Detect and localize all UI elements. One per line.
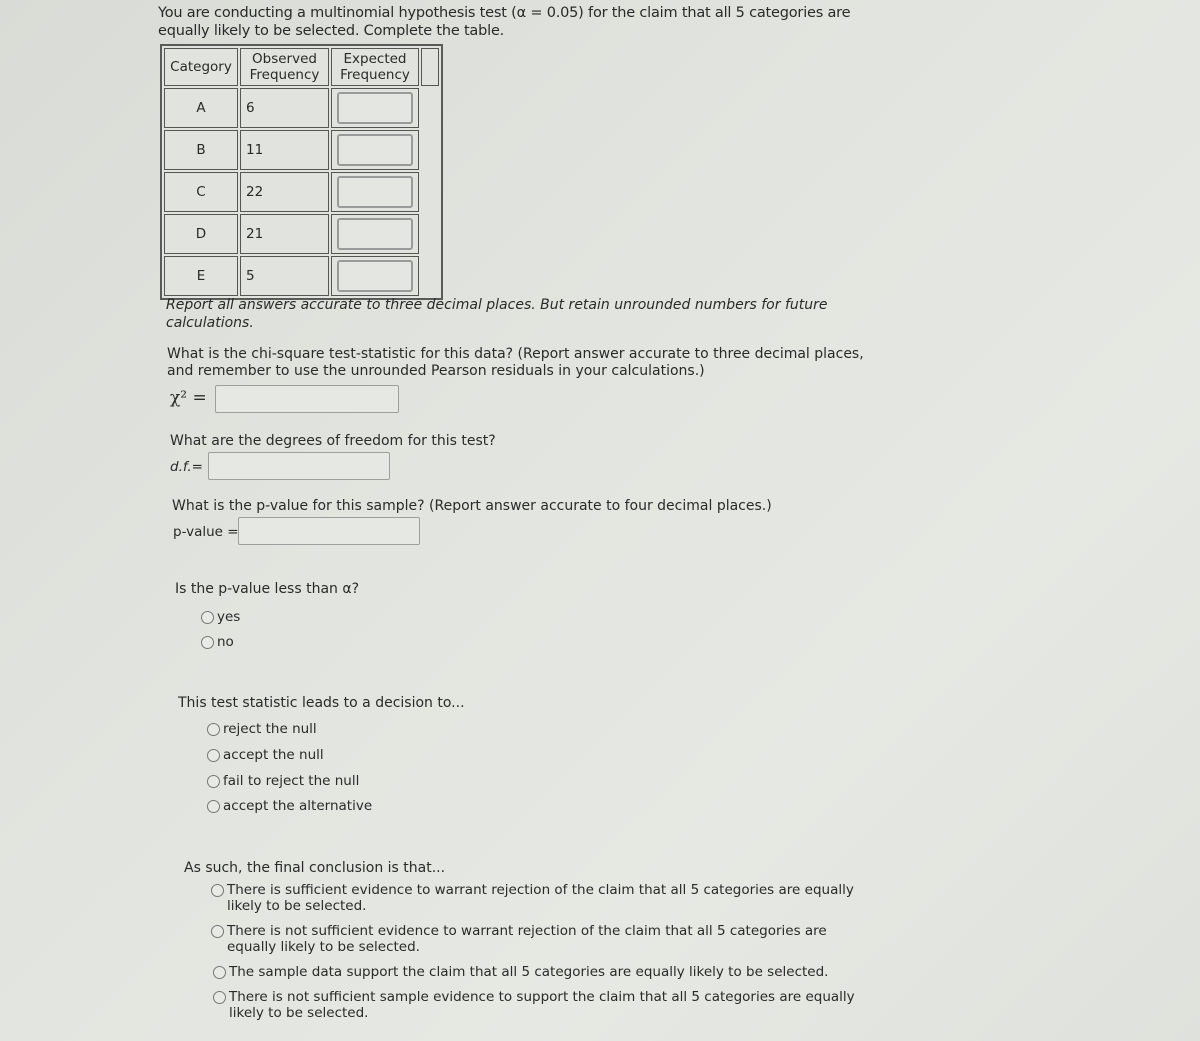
radio-button-icon[interactable] xyxy=(201,610,214,624)
option-label: The sample data support the claim that a… xyxy=(229,964,829,980)
expected-cell xyxy=(331,88,419,128)
expected-input-b[interactable] xyxy=(337,134,413,166)
table-row: B 11 xyxy=(164,130,439,170)
expected-input-a[interactable] xyxy=(337,92,413,124)
radio-button-icon[interactable] xyxy=(211,925,224,938)
df-label: d.f.= xyxy=(170,459,203,475)
radio-button-icon[interactable] xyxy=(207,722,220,736)
header-spacer xyxy=(421,48,439,86)
conclusion-option-2[interactable]: There is not sufficient evidence to warr… xyxy=(211,923,866,955)
category-cell: C xyxy=(164,172,238,212)
header-observed-line1: Observed xyxy=(252,51,317,67)
df-input[interactable] xyxy=(208,452,390,480)
expected-cell xyxy=(331,130,419,170)
conclusion-option-4[interactable]: There is not sufficient sample evidence … xyxy=(213,989,888,1021)
table-row: A 6 xyxy=(164,88,439,128)
option-label: no xyxy=(217,634,234,650)
category-cell: D xyxy=(164,214,238,254)
table-row: D 21 xyxy=(164,214,439,254)
radio-button-icon[interactable] xyxy=(207,774,220,788)
observed-cell: 5 xyxy=(240,256,329,296)
table-header-row: Category Observed Frequency Expected Frequ… xyxy=(164,48,439,86)
observed-cell: 11 xyxy=(240,130,329,170)
radio-button-icon[interactable] xyxy=(207,799,220,813)
header-expected-line1: Expected xyxy=(343,51,407,67)
option-label: reject the null xyxy=(223,721,317,737)
chi-square-input[interactable] xyxy=(215,385,399,413)
table-row: C 22 xyxy=(164,172,439,212)
expected-input-d[interactable] xyxy=(337,218,413,250)
decision-option-accept-null[interactable]: accept the null xyxy=(207,747,324,763)
radio-button-icon[interactable] xyxy=(201,635,214,649)
observed-cell: 22 xyxy=(240,172,329,212)
df-question: What are the degrees of freedom for this… xyxy=(170,433,496,449)
header-expected: Expected Frequency xyxy=(331,48,419,86)
option-label: There is not sufficient evidence to warr… xyxy=(227,923,827,955)
observed-cell: 6 xyxy=(240,88,329,128)
rounding-note: Report all answers accurate to three dec… xyxy=(166,297,828,331)
table-row: E 5 xyxy=(164,256,439,296)
decision-option-fail-to-reject[interactable]: fail to reject the null xyxy=(207,773,359,789)
p-value-input[interactable] xyxy=(238,517,420,545)
p-value-label: p-value = xyxy=(173,524,239,540)
option-label: accept the alternative xyxy=(223,798,373,814)
conclusion-question: As such, the final conclusion is that... xyxy=(184,860,446,876)
category-cell: E xyxy=(164,256,238,296)
radio-button-icon[interactable] xyxy=(213,991,226,1004)
expected-cell xyxy=(331,214,419,254)
header-observed-line2: Frequency xyxy=(249,67,320,83)
header-observed: Observed Frequency xyxy=(240,48,329,86)
option-label: accept the null xyxy=(223,747,324,763)
observed-cell: 21 xyxy=(240,214,329,254)
header-category: Category xyxy=(164,48,238,86)
decision-option-reject[interactable]: reject the null xyxy=(207,721,317,737)
conclusion-option-3[interactable]: The sample data support the claim that a… xyxy=(213,964,893,980)
frequency-table: Category Observed Frequency Expected Frequ… xyxy=(160,44,443,300)
decision-question: This test statistic leads to a decision … xyxy=(178,695,465,711)
option-label: yes xyxy=(217,609,241,625)
conclusion-option-1[interactable]: There is sufficient evidence to warrant … xyxy=(211,882,876,914)
option-label: There is not sufficient sample evidence … xyxy=(229,989,855,1021)
compare-question: Is the p-value less than α? xyxy=(175,581,360,597)
expected-cell xyxy=(331,256,419,296)
chi-square-label: χ² = xyxy=(170,388,207,408)
p-value-question: What is the p-value for this sample? (Re… xyxy=(172,498,772,514)
option-label: There is sufficient evidence to warrant … xyxy=(227,882,854,914)
compare-option-yes[interactable]: yes xyxy=(201,609,240,625)
problem-statement: You are conducting a multinomial hypothe… xyxy=(158,5,851,39)
compare-option-no[interactable]: no xyxy=(201,634,234,650)
expected-input-c[interactable] xyxy=(337,176,413,208)
option-label: fail to reject the null xyxy=(223,773,360,789)
chi-square-question: What is the chi-square test-statistic fo… xyxy=(167,346,864,379)
radio-button-icon[interactable] xyxy=(207,748,220,762)
decision-option-accept-alternative[interactable]: accept the alternative xyxy=(207,798,372,814)
category-cell: A xyxy=(164,88,238,128)
expected-cell xyxy=(331,172,419,212)
header-expected-line2: Frequency xyxy=(340,67,410,83)
radio-button-icon[interactable] xyxy=(213,966,226,979)
expected-input-e[interactable] xyxy=(337,260,413,292)
category-cell: B xyxy=(164,130,238,170)
radio-button-icon[interactable] xyxy=(211,884,224,897)
